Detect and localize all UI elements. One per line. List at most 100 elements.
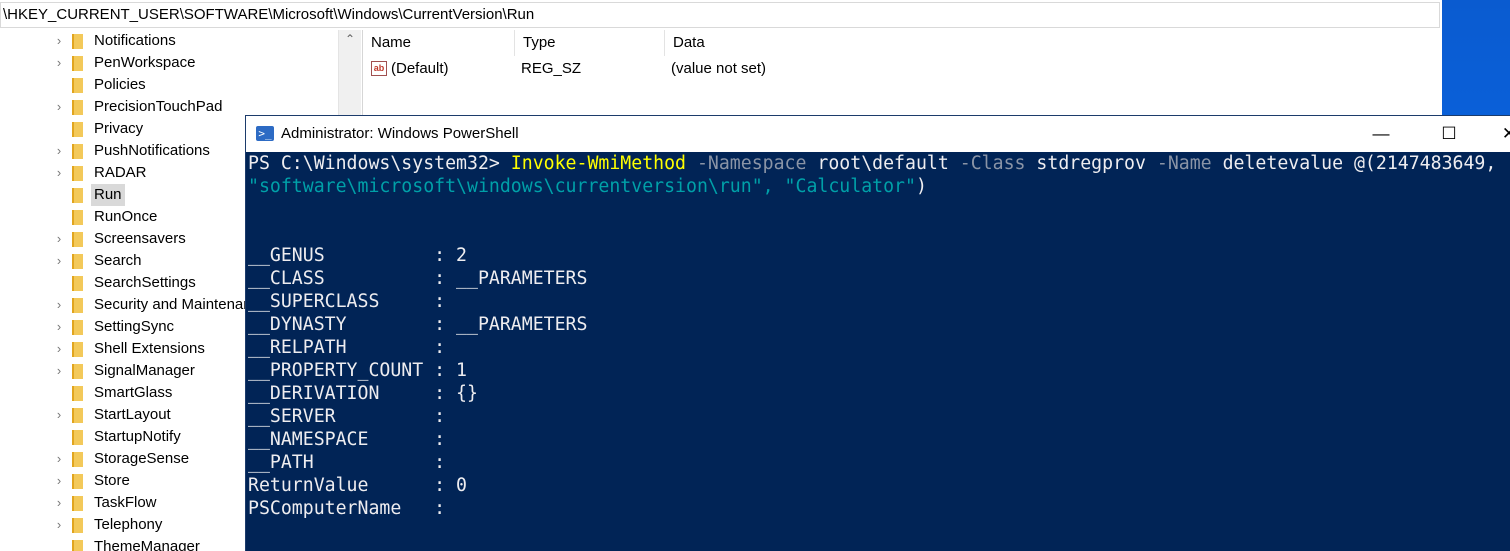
command-line-continued: "software\microsoft\windows\currentversi… [248,175,927,198]
output-row: PSComputerName: [248,497,456,520]
chevron-right-icon[interactable]: › [53,162,65,184]
chevron-right-icon[interactable]: › [53,360,65,382]
column-data-label: Data [673,34,705,51]
tree-item-label: PushNotifications [94,142,210,159]
argument-array-end: ) [915,176,927,197]
tree-item-label: Policies [94,76,146,93]
tree-item-label: Telephony [94,516,163,533]
chevron-right-icon[interactable]: › [53,52,65,74]
tree-item-label: TaskFlow [94,494,157,511]
separator: : [434,314,457,335]
chevron-right-icon[interactable]: › [53,514,65,536]
folder-icon [72,298,83,313]
scroll-up-icon[interactable]: ⌃ [339,32,361,46]
window-title: Administrator: Windows PowerShell [281,125,519,142]
tree-item-label: StartupNotify [94,428,181,445]
tree-item[interactable]: › PrecisionTouchPad [0,96,340,118]
folder-icon [72,166,83,181]
powershell-icon: >_ [256,126,274,141]
property-value: {} [456,383,478,404]
console-output[interactable]: PS C:\Windows\system32> Invoke-WmiMethod… [246,152,1510,551]
chevron-right-icon[interactable]: › [53,96,65,118]
column-header-name[interactable]: Name [363,30,515,56]
value-data: (value not set) [671,60,767,77]
tree-item-label: Search [94,252,142,269]
tree-item-label: StartLayout [94,406,171,423]
folder-icon [72,496,83,511]
tree-item-label: Screensavers [94,230,186,247]
folder-icon [72,320,83,335]
column-type-label: Type [523,34,556,51]
chevron-right-icon[interactable]: › [53,492,65,514]
maximize-button[interactable]: ☐ [1426,116,1472,152]
separator: : [434,337,457,358]
tree-item-label: SignalManager [94,362,195,379]
property-value: __PARAMETERS [456,268,588,289]
folder-icon [72,188,83,203]
folder-icon [72,276,83,291]
separator: : [434,291,457,312]
tree-item[interactable]: › PenWorkspace [0,52,340,74]
tree-item-label: SettingSync [94,318,175,335]
property-name: __GENUS [248,245,325,266]
list-item[interactable]: ab (Default) REG_SZ (value not set) [363,58,1441,80]
folder-icon [72,56,83,71]
separator: : [434,245,457,266]
output-row: __SUPERCLASS: [248,290,456,313]
output-row: __NAMESPACE: [248,428,456,451]
value-name: (Default) [391,60,449,77]
property-name: __PROPERTY_COUNT [248,360,424,381]
parameter-class: -Class [959,153,1026,174]
property-name: PSComputerName [248,498,402,519]
property-name: __SUPERCLASS [248,291,380,312]
output-row: __RELPATH: [248,336,456,359]
folder-icon [72,386,83,401]
minimize-button[interactable]: — [1358,116,1404,152]
chevron-right-icon[interactable]: › [53,404,65,426]
output-row: __DERIVATION: {} [248,382,478,405]
chevron-right-icon[interactable]: › [53,316,65,338]
chevron-right-icon[interactable]: › [53,470,65,492]
powershell-window[interactable]: >_ Administrator: Windows PowerShell — ☐… [246,116,1510,551]
argument-class: stdregprov [1036,153,1146,174]
tree-item-label: SmartGlass [94,384,173,401]
chevron-right-icon[interactable]: › [53,338,65,360]
folder-icon [72,232,83,247]
parameter-namespace: -Namespace [696,153,807,174]
chevron-right-icon[interactable]: › [53,294,65,316]
tree-item[interactable]: Policies [0,74,340,96]
parameter-name: -Name [1156,153,1212,174]
chevron-right-icon[interactable]: › [53,228,65,250]
powershell-titlebar[interactable]: >_ Administrator: Windows PowerShell — ☐… [246,116,1510,152]
output-row: __GENUS: 2 [248,244,467,267]
column-header-data[interactable]: Data [665,30,1439,56]
column-header-type[interactable]: Type [515,30,665,56]
argument-name: deletevalue [1222,153,1344,174]
chevron-right-icon[interactable]: › [53,140,65,162]
folder-icon [72,78,83,93]
output-row: ReturnValue: 0 [248,474,467,497]
values-list-header: Name Type Data [363,30,1441,56]
column-name-label: Name [371,34,412,51]
tree-item-label: Security and Maintenance [94,296,268,313]
chevron-right-icon[interactable]: › [53,448,65,470]
tree-item-label: Store [94,472,130,489]
property-value: 0 [456,475,467,496]
tree-item[interactable]: › Notifications [0,30,340,52]
output-row: __PATH: [248,451,456,474]
output-row: __SERVER: [248,405,456,428]
chevron-right-icon[interactable]: › [53,30,65,52]
folder-icon [72,342,83,357]
property-name: __SERVER [248,406,336,427]
chevron-right-icon[interactable]: › [53,250,65,272]
tree-item-label: ThemeManager [94,538,200,551]
separator: : [434,406,457,427]
property-name: __PATH [248,452,314,473]
address-path: \HKEY_CURRENT_USER\SOFTWARE\Microsoft\Wi… [3,6,535,23]
separator: : [434,383,457,404]
output-row: __DYNASTY: __PARAMETERS [248,313,587,336]
tree-item-label: Notifications [94,32,176,49]
address-bar[interactable]: \HKEY_CURRENT_USER\SOFTWARE\Microsoft\Wi… [0,2,1440,28]
property-name: ReturnValue [248,475,369,496]
close-button[interactable]: ✕ [1486,116,1510,152]
